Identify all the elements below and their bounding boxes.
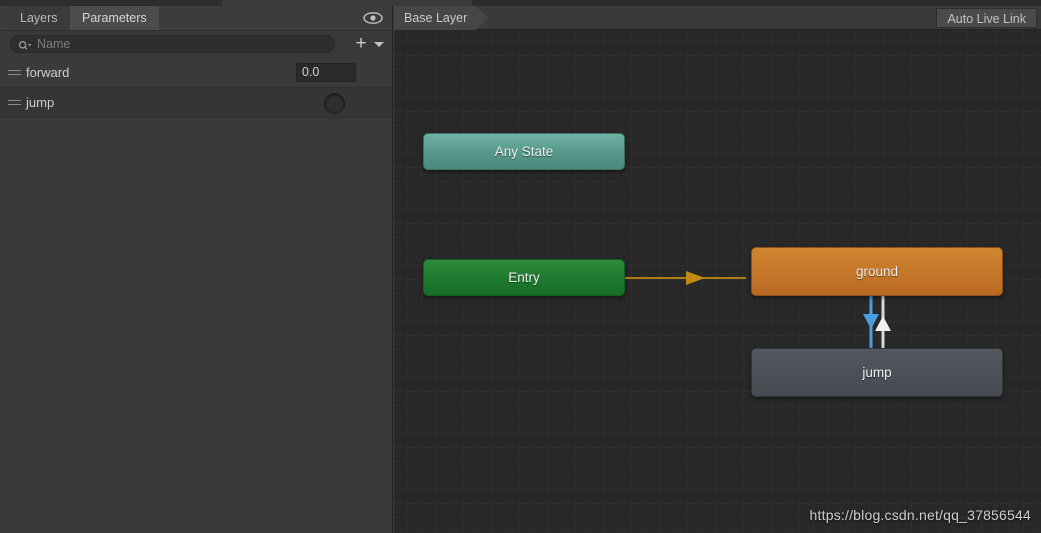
breadcrumb-base-layer[interactable]: Base Layer (394, 6, 489, 30)
state-node-jump[interactable]: jump (751, 348, 1003, 397)
drag-handle-icon[interactable] (8, 100, 21, 106)
watermark-text: https://blog.csdn.net/qq_37856544 (809, 507, 1031, 523)
tab-layers[interactable]: Layers (8, 6, 70, 30)
state-node-ground[interactable]: ground (751, 247, 1003, 296)
add-parameter-button[interactable]: + (352, 33, 384, 54)
search-icon (18, 39, 32, 51)
search-placeholder: Name (37, 37, 71, 51)
parameters-panel: Layers Parameters Name + forward 0.0 jum… (0, 6, 393, 533)
parameter-list: forward 0.0 jump (0, 58, 392, 118)
tab-parameters[interactable]: Parameters (70, 6, 159, 30)
animator-window: Layers Parameters Name + forward 0.0 jum… (0, 0, 1041, 533)
parameter-row-jump[interactable]: jump (0, 88, 392, 118)
breadcrumb-bar: Base Layer Auto Live Link (394, 6, 1041, 30)
state-node-label: Any State (494, 144, 554, 159)
parameter-float-field[interactable]: 0.0 (296, 63, 356, 82)
drag-handle-icon[interactable] (8, 70, 21, 76)
state-node-entry[interactable]: Entry (423, 259, 625, 296)
parameter-float-value: 0.0 (302, 65, 320, 79)
eye-icon[interactable] (362, 10, 384, 26)
panel-tabbar: Layers Parameters (0, 6, 392, 31)
search-input[interactable]: Name (10, 35, 335, 53)
auto-live-link-button[interactable]: Auto Live Link (936, 8, 1037, 28)
caret-down-icon (374, 42, 384, 47)
state-node-label: ground (855, 264, 899, 279)
tab-layers-label: Layers (20, 11, 58, 25)
state-machine-graph[interactable]: Any State Entry ground jump https://blog… (394, 31, 1041, 533)
search-row: Name + (0, 31, 392, 59)
animator-canvas: Base Layer Auto Live Link Any State Entr… (394, 6, 1041, 533)
auto-live-link-label: Auto Live Link (947, 12, 1026, 26)
parameter-trigger-toggle[interactable] (324, 93, 345, 114)
tab-parameters-label: Parameters (82, 11, 147, 25)
breadcrumb-label: Base Layer (404, 11, 468, 25)
parameter-name: forward (26, 65, 70, 80)
state-node-label: jump (862, 365, 892, 380)
parameter-row-forward[interactable]: forward 0.0 (0, 58, 392, 88)
parameter-name: jump (26, 95, 55, 110)
plus-icon: + (355, 33, 367, 54)
state-node-any-state[interactable]: Any State (423, 133, 625, 170)
state-node-label: Entry (508, 270, 540, 285)
